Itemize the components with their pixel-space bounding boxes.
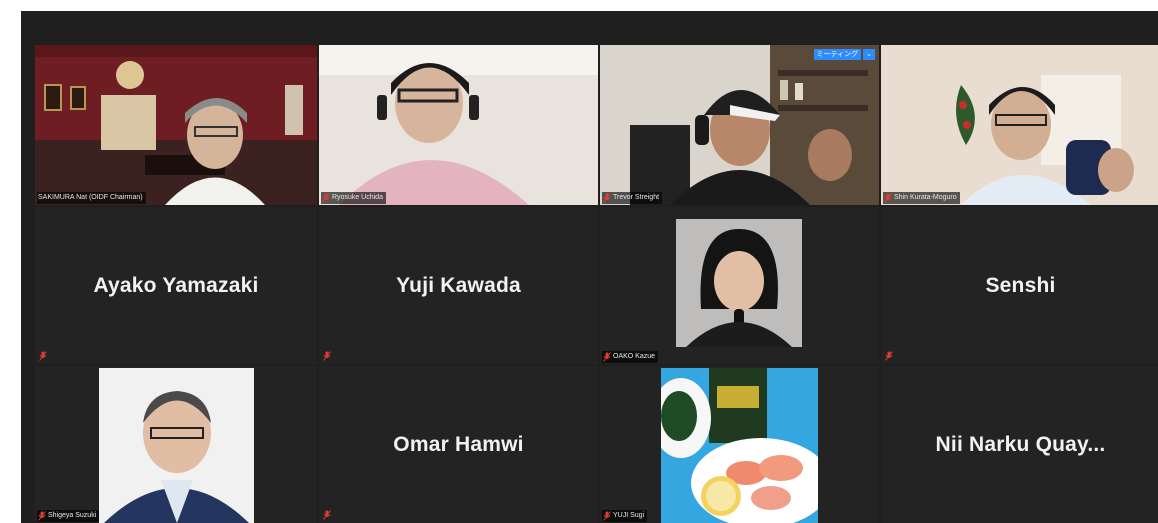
profile-photo	[99, 368, 254, 523]
profile-photo	[661, 368, 818, 523]
participant-name: Senshi	[985, 273, 1056, 297]
participant-tile-quaye[interactable]: Nii Narku Quay...	[881, 366, 1158, 523]
microphone-muted-icon	[603, 352, 611, 362]
participant-video	[35, 45, 317, 205]
video-gallery: SAKIMURA Nat (OIDF Chairman) Ryosuke Uch…	[21, 11, 1158, 523]
participant-tile-senshi[interactable]: Senshi	[881, 207, 1158, 364]
participant-tile-uchida[interactable]: Ryosuke Uchida	[319, 45, 598, 205]
microphone-muted-icon	[38, 511, 46, 521]
participant-tile-hamwi[interactable]: Omar Hamwi	[319, 366, 598, 523]
participant-tile-yamazaki[interactable]: Ayako Yamazaki	[35, 207, 317, 364]
participant-tile-sugi[interactable]: YUJI Sugi	[600, 366, 879, 523]
participant-tile-suzuki[interactable]: Shigeya Suzuki	[35, 366, 317, 523]
participant-name: Ayako Yamazaki	[93, 273, 259, 297]
participant-tile-kurata[interactable]: Shin Kurata-Moguro	[881, 45, 1158, 205]
participant-name-tag: Trevor Streight	[602, 192, 663, 204]
chevron-down-icon[interactable]: ⌄	[863, 49, 875, 60]
microphone-muted-icon	[39, 351, 47, 361]
participant-name-tag: Shin Kurata-Moguro	[883, 192, 960, 204]
microphone-muted-icon	[323, 351, 331, 361]
closed-caption-control[interactable]: ミーティング ⌄	[813, 49, 875, 60]
participant-tile-streight[interactable]: ミーティング ⌄ Trevor Streight	[600, 45, 879, 205]
participant-tile-kawada[interactable]: Yuji Kawada	[319, 207, 598, 364]
microphone-muted-icon	[885, 351, 893, 361]
participant-tile-sakimura[interactable]: SAKIMURA Nat (OIDF Chairman)	[35, 45, 317, 205]
participant-name-tag: YUJI Sugi	[602, 510, 648, 522]
participant-name-tag: Shigeya Suzuki	[37, 510, 100, 522]
microphone-muted-icon	[603, 511, 611, 521]
participant-tile-oako[interactable]: OAKO Kazue	[600, 207, 879, 364]
participant-name: Omar Hamwi	[393, 432, 524, 456]
participant-name: Yuji Kawada	[396, 273, 521, 297]
participant-name-tag: OAKO Kazue	[602, 351, 659, 363]
participant-video	[881, 45, 1158, 205]
microphone-muted-icon	[603, 193, 611, 203]
participant-name-tag: SAKIMURA Nat (OIDF Chairman)	[37, 192, 146, 204]
microphone-muted-icon	[322, 193, 330, 203]
microphone-muted-icon	[323, 510, 331, 520]
microphone-muted-icon	[884, 193, 892, 203]
profile-photo	[676, 219, 802, 347]
cc-button[interactable]: ミーティング	[813, 49, 862, 60]
participant-video	[319, 45, 598, 205]
participant-name-tag: Ryosuke Uchida	[321, 192, 386, 204]
participant-video	[600, 45, 879, 205]
participant-name: Nii Narku Quay...	[935, 432, 1106, 456]
